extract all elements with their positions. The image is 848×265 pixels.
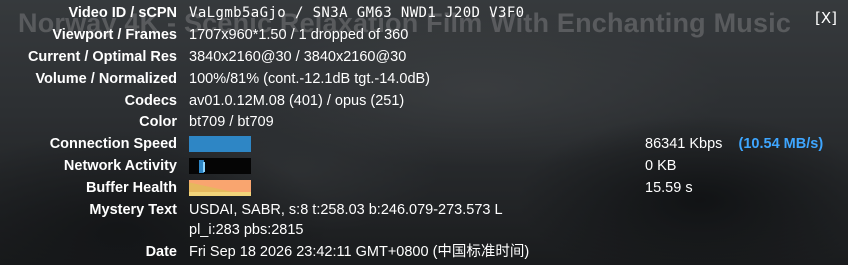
stat-label-resolution: Current / Optimal Res (27, 49, 177, 65)
stat-row-network-activity: Network Activity 0 KB (0, 155, 848, 177)
connection-speed-mbps: (10.54 MB/s) (738, 136, 824, 152)
stat-value-network-activity: 0 KB (645, 158, 677, 174)
stat-label-color: Color (139, 114, 177, 130)
stat-value-codecs: av01.0.12M.08 (401) / opus (251) (189, 93, 405, 109)
stat-value-date: Fri Sep 18 2026 23:42:11 GMT+0800 (中国标准时… (189, 244, 530, 260)
stat-value-buffer-health: 15.59 s (645, 180, 693, 196)
stat-row-viewport: Viewport / Frames 1707x960*1.50 / 1 drop… (0, 24, 848, 46)
stat-row-codecs: Codecs av01.0.12M.08 (401) / opus (251) (0, 90, 848, 112)
stat-label-connection-speed: Connection Speed (49, 136, 177, 152)
stat-value-video-id: VaLgmb5aGjo / SN3A GM63 NWD1 J20D V3F0 (189, 5, 525, 21)
stat-row-buffer-health: Buffer Health 15.59 s (0, 177, 848, 199)
stat-label-network-activity: Network Activity (63, 158, 177, 174)
stat-label-volume: Volume / Normalized (35, 71, 177, 87)
stat-row-mystery-text: Mystery Text USDAI, SABR, s:8 t:258.03 b… (0, 199, 848, 221)
stat-label-video-id: Video ID / sCPN (68, 5, 177, 21)
stat-row-video-id: Video ID / sCPN VaLgmb5aGjo / SN3A GM63 … (0, 2, 848, 24)
connection-speed-kbps: 86341 Kbps (645, 136, 723, 152)
stat-row-resolution: Current / Optimal Res 3840x2160@30 / 384… (0, 46, 848, 68)
stat-row-mystery-text-cont: pl_i:283 pbs:2815 (0, 219, 848, 241)
stat-row-connection-speed: Connection Speed 86341 Kbps (10.54 MB/s) (0, 133, 848, 155)
stat-value-color: bt709 / bt709 (189, 114, 274, 130)
stat-value-volume: 100%/81% (cont.-12.1dB tgt.-14.0dB) (189, 71, 431, 87)
stat-value-mystery-text-line1: USDAI, SABR, s:8 t:258.03 b:246.079-273.… (189, 202, 503, 218)
connection-speed-graph (189, 136, 251, 152)
stat-value-connection-speed: 86341 Kbps (10.54 MB/s) (645, 133, 823, 155)
stat-value-viewport: 1707x960*1.50 / 1 dropped of 360 (189, 27, 409, 43)
stat-label-mystery-text: Mystery Text (89, 202, 177, 218)
network-activity-graph (189, 158, 251, 174)
stat-value-mystery-text-line2: pl_i:283 pbs:2815 (189, 222, 304, 238)
stat-row-color: Color bt709 / bt709 (0, 111, 848, 133)
stat-label-viewport: Viewport / Frames (52, 27, 177, 43)
stat-label-buffer-health: Buffer Health (85, 180, 177, 196)
network-activity-spike-highlight (203, 162, 205, 172)
buffer-health-baseline (189, 192, 251, 196)
stat-label-date: Date (145, 244, 177, 260)
buffer-health-graph (189, 180, 251, 196)
stat-row-volume: Volume / Normalized 100%/81% (cont.-12.1… (0, 68, 848, 90)
stat-row-date: Date Fri Sep 18 2026 23:42:11 GMT+0800 (… (0, 241, 848, 263)
stat-value-resolution: 3840x2160@30 / 3840x2160@30 (189, 49, 407, 65)
stat-label-codecs: Codecs (124, 93, 177, 109)
stats-for-nerds-panel: [X] Video ID / sCPN VaLgmb5aGjo / SN3A G… (0, 0, 848, 265)
